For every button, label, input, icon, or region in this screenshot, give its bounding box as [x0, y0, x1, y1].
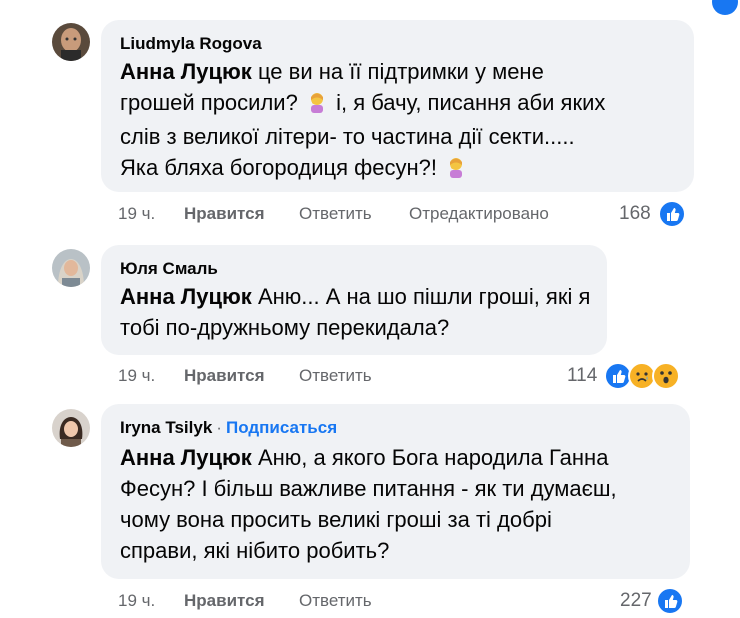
- like-button[interactable]: Нравится: [184, 204, 265, 224]
- comment-bubble: Iryna Tsilyk · Подписаться Анна Луцюк Аню,…: [101, 404, 690, 579]
- like-button[interactable]: Нравится: [184, 366, 265, 386]
- like-reaction-icon: [712, 0, 738, 15]
- comment-bubble: Юля Смаль Анна Луцюк Аню... А на шо пішл…: [101, 245, 607, 355]
- comment-header: Iryna Tsilyk · Подписаться: [120, 418, 337, 438]
- mention-link[interactable]: Анна Луцюк: [120, 59, 252, 84]
- comment-text: Анна Луцюк Аню... А на шо пішли гроші, я…: [120, 284, 591, 340]
- comment-bubble: Liudmyla Rogova Анна Луцюк це ви на її п…: [101, 20, 694, 192]
- follow-link[interactable]: Подписаться: [226, 418, 337, 437]
- reply-button[interactable]: Ответить: [299, 591, 372, 611]
- comment-time[interactable]: 19 ч.: [118, 204, 155, 224]
- reply-button[interactable]: Ответить: [299, 204, 372, 224]
- mention-link[interactable]: Анна Луцюк: [120, 445, 252, 470]
- comment-author[interactable]: Liudmyla Rogova: [120, 34, 262, 54]
- separator-dot: ·: [216, 418, 222, 437]
- reaction-count[interactable]: 114: [567, 365, 597, 387]
- like-button[interactable]: Нравится: [184, 591, 265, 611]
- avatar[interactable]: [52, 23, 90, 61]
- comment-text: Анна Луцюк Аню, а якого Бога народила Га…: [120, 445, 617, 563]
- reaction-count[interactable]: 168: [619, 203, 651, 225]
- reply-button[interactable]: Ответить: [299, 366, 372, 386]
- avatar[interactable]: [52, 249, 90, 287]
- avatar[interactable]: [52, 409, 90, 447]
- like-reaction-icon[interactable]: [658, 200, 686, 228]
- reaction-count[interactable]: 227: [620, 590, 652, 612]
- comment-time[interactable]: 19 ч.: [118, 366, 155, 386]
- comment-author[interactable]: Юля Смаль: [120, 259, 218, 279]
- comment-actions: 19 ч. Нравится Ответить: [118, 366, 418, 390]
- mention-link[interactable]: Анна Луцюк: [120, 284, 252, 309]
- comment-time[interactable]: 19 ч.: [118, 591, 155, 611]
- person-facepalming-icon: [306, 90, 328, 121]
- comment-text: Анна Луцюк це ви на її підтримки у мене …: [120, 56, 690, 186]
- like-reaction-icon[interactable]: [656, 587, 684, 615]
- comment-author[interactable]: Iryna Tsilyk: [120, 418, 212, 437]
- person-facepalming-icon: [445, 155, 467, 186]
- comment-actions: 19 ч. Нравится Ответить: [118, 591, 418, 615]
- edited-label: Отредактировано: [409, 204, 549, 223]
- wow-reaction-icon[interactable]: [652, 362, 680, 390]
